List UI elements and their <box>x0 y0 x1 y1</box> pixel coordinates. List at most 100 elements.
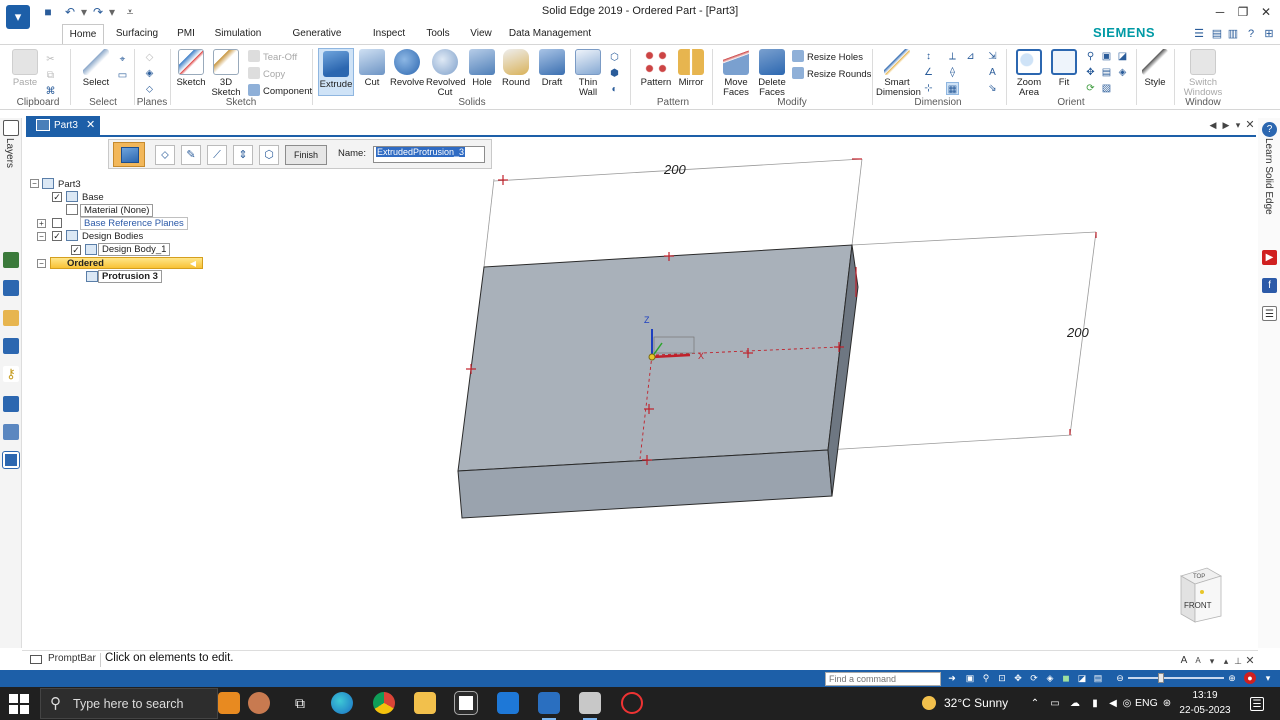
facebook-icon[interactable]: f <box>1262 278 1277 293</box>
sketch-view-icon[interactable]: ▧ <box>1100 82 1113 95</box>
dimension-width-value[interactable]: 200 <box>663 162 686 177</box>
solid-edge-taskbar-icon[interactable] <box>538 692 560 720</box>
view-cube[interactable]: TOP FRONT <box>1177 566 1225 624</box>
window-list-icon[interactable]: ▥ <box>1226 27 1240 41</box>
ms-store-icon[interactable] <box>454 691 478 715</box>
pathfinder-icon[interactable] <box>3 252 19 268</box>
go-arrow-icon[interactable]: ➜ <box>946 672 958 684</box>
checkbox-base-reference-planes[interactable] <box>52 218 62 228</box>
view-cube-left[interactable] <box>1180 575 1196 623</box>
revolved-cut-button[interactable]: Revolved Cut <box>426 49 466 98</box>
text-icon[interactable]: A <box>986 66 999 79</box>
layers-tab[interactable]: Layers <box>4 138 15 168</box>
solids-more-icon[interactable]: ⬡ <box>608 51 621 64</box>
properties-icon[interactable]: ☰ <box>1262 306 1277 321</box>
close-all-icon[interactable]: ✕ <box>1244 118 1256 132</box>
task-view-icon[interactable]: ⧉ <box>289 692 311 714</box>
learn-help-icon[interactable]: ? <box>1262 122 1277 137</box>
shading-icon[interactable]: ◪ <box>1116 50 1129 63</box>
view-style-status-icon[interactable]: ▤ <box>1092 672 1104 684</box>
select-button[interactable]: Select <box>80 49 112 88</box>
tb-app-icon[interactable] <box>579 692 601 720</box>
chrome-icon[interactable] <box>373 692 395 714</box>
extent-step-icon[interactable]: ⇕ <box>233 145 253 165</box>
youtube-icon[interactable]: ▶ <box>1262 250 1277 265</box>
relations-icon[interactable]: ▦ <box>946 82 959 95</box>
zoom-slider-thumb[interactable] <box>1158 673 1164 683</box>
family-of-parts-icon[interactable] <box>3 396 19 412</box>
style-status-icon[interactable]: ◪ <box>1076 672 1088 684</box>
promptbar-title[interactable]: PromptBar <box>48 653 96 664</box>
zoom-slider[interactable] <box>1128 677 1224 679</box>
smart-dimension-button[interactable]: Smart Dimension <box>876 49 921 98</box>
tree-item-design-bodies[interactable]: Design Bodies <box>82 230 143 243</box>
tab-inspect[interactable]: Inspect <box>368 24 410 44</box>
coincident-plane-icon[interactable]: ◈ <box>143 67 156 80</box>
component-button[interactable]: Component <box>248 84 312 98</box>
cut-button[interactable]: Cut <box>358 49 386 88</box>
tray-cloud-icon[interactable]: ☁ <box>1068 697 1082 711</box>
fit-status-icon[interactable]: ⊡ <box>996 672 1008 684</box>
pan-status-icon[interactable]: ✥ <box>1012 672 1024 684</box>
language-indicator[interactable]: ENG <box>1135 697 1158 709</box>
file-explorer-icon[interactable] <box>414 692 436 714</box>
pan-icon[interactable]: ✥ <box>1084 66 1097 79</box>
tray-overflow-icon[interactable]: ⌃ <box>1028 697 1042 711</box>
tab-tools[interactable]: Tools <box>420 24 456 44</box>
zoom-icon[interactable]: ⚲ <box>1084 50 1097 63</box>
coincident-plane-step-icon[interactable]: ⬦ <box>155 145 175 165</box>
view-style-icon[interactable]: ◈ <box>1116 66 1129 79</box>
tree-expander[interactable]: − <box>30 179 39 188</box>
clock-time[interactable]: 13:19 <box>1175 690 1235 701</box>
layout-icon[interactable]: ▤ <box>1210 27 1224 41</box>
tree-item-ordered[interactable]: Ordered ◀ <box>50 257 203 269</box>
tree-item-protrusion-3[interactable]: Protrusion 3 <box>98 270 162 283</box>
sensors-icon[interactable] <box>3 338 19 354</box>
named-view-icon[interactable]: ▤ <box>1100 66 1113 79</box>
revolve-button[interactable]: Revolve <box>390 49 424 88</box>
switch-windows-button[interactable]: Switch Windows <box>1180 49 1226 98</box>
mail-icon[interactable] <box>497 692 519 714</box>
dimension-style-icon[interactable]: ⇲ <box>986 50 999 63</box>
weather-sun-icon[interactable] <box>922 696 936 710</box>
thin-wall-button[interactable]: Thin Wall <box>572 49 604 98</box>
layers-icon[interactable] <box>3 120 19 136</box>
zoom-area-button[interactable]: Zoom Area <box>1012 49 1046 98</box>
key-icon[interactable]: ⚷ <box>3 366 19 382</box>
prompt-dropdown-icon[interactable]: ▾ <box>1206 654 1218 668</box>
draw-profile-step-icon[interactable]: ✎ <box>181 145 201 165</box>
rotate-icon[interactable]: ⟳ <box>1084 82 1097 95</box>
rotate-status-icon[interactable]: ⟳ <box>1028 672 1040 684</box>
teamcenter-icon[interactable] <box>3 424 19 440</box>
angle-icon[interactable]: ∠ <box>922 66 935 79</box>
view-icon[interactable]: ▣ <box>1100 50 1113 63</box>
tear-off-button[interactable]: Tear-Off <box>248 50 297 64</box>
finish-button[interactable]: Finish <box>285 145 327 165</box>
graphics-window[interactable]: Z X 200 200 <box>22 137 1258 647</box>
tree-item-base[interactable]: Base <box>82 191 104 204</box>
tree-item-part3[interactable]: Part3 <box>58 178 81 191</box>
checkbox-design-bodies[interactable]: ✓ <box>52 231 62 241</box>
feature-library-icon[interactable] <box>3 280 19 296</box>
checkbox-base[interactable]: ✓ <box>52 192 62 202</box>
tb-app-icon[interactable] <box>248 692 270 714</box>
tab-list-icon[interactable]: ▾ <box>1232 118 1244 132</box>
tb-app-icon[interactable] <box>218 692 240 714</box>
wifi-icon[interactable]: ⊛ <box>1160 697 1174 711</box>
select-profile-step-icon[interactable]: ⟋ <box>207 145 227 165</box>
extrude-button[interactable]: Extrude <box>318 48 354 96</box>
text-size-icon[interactable]: A <box>1178 654 1190 668</box>
treatment-step-icon[interactable]: ⬡ <box>259 145 279 165</box>
zoom-in-icon[interactable]: ⊕ <box>1226 672 1238 684</box>
hole-button[interactable]: Hole <box>468 49 496 88</box>
record-icon[interactable]: ● <box>1244 672 1256 684</box>
plane-options-icon[interactable]: ⬦ <box>143 83 156 96</box>
angular-coordinate-icon[interactable]: ⟠ <box>946 66 959 79</box>
tab-scroll-right-icon[interactable]: ▶ <box>1220 118 1232 132</box>
tree-expander[interactable]: − <box>37 259 46 268</box>
tab-scroll-left-icon[interactable]: ◀ <box>1207 118 1219 132</box>
windows-start-button[interactable] <box>8 693 30 715</box>
pattern-button[interactable]: Pattern <box>638 49 674 88</box>
tab-pmi[interactable]: PMI <box>172 24 200 44</box>
copy-clipboard-icon[interactable]: ⧉ <box>44 69 57 82</box>
